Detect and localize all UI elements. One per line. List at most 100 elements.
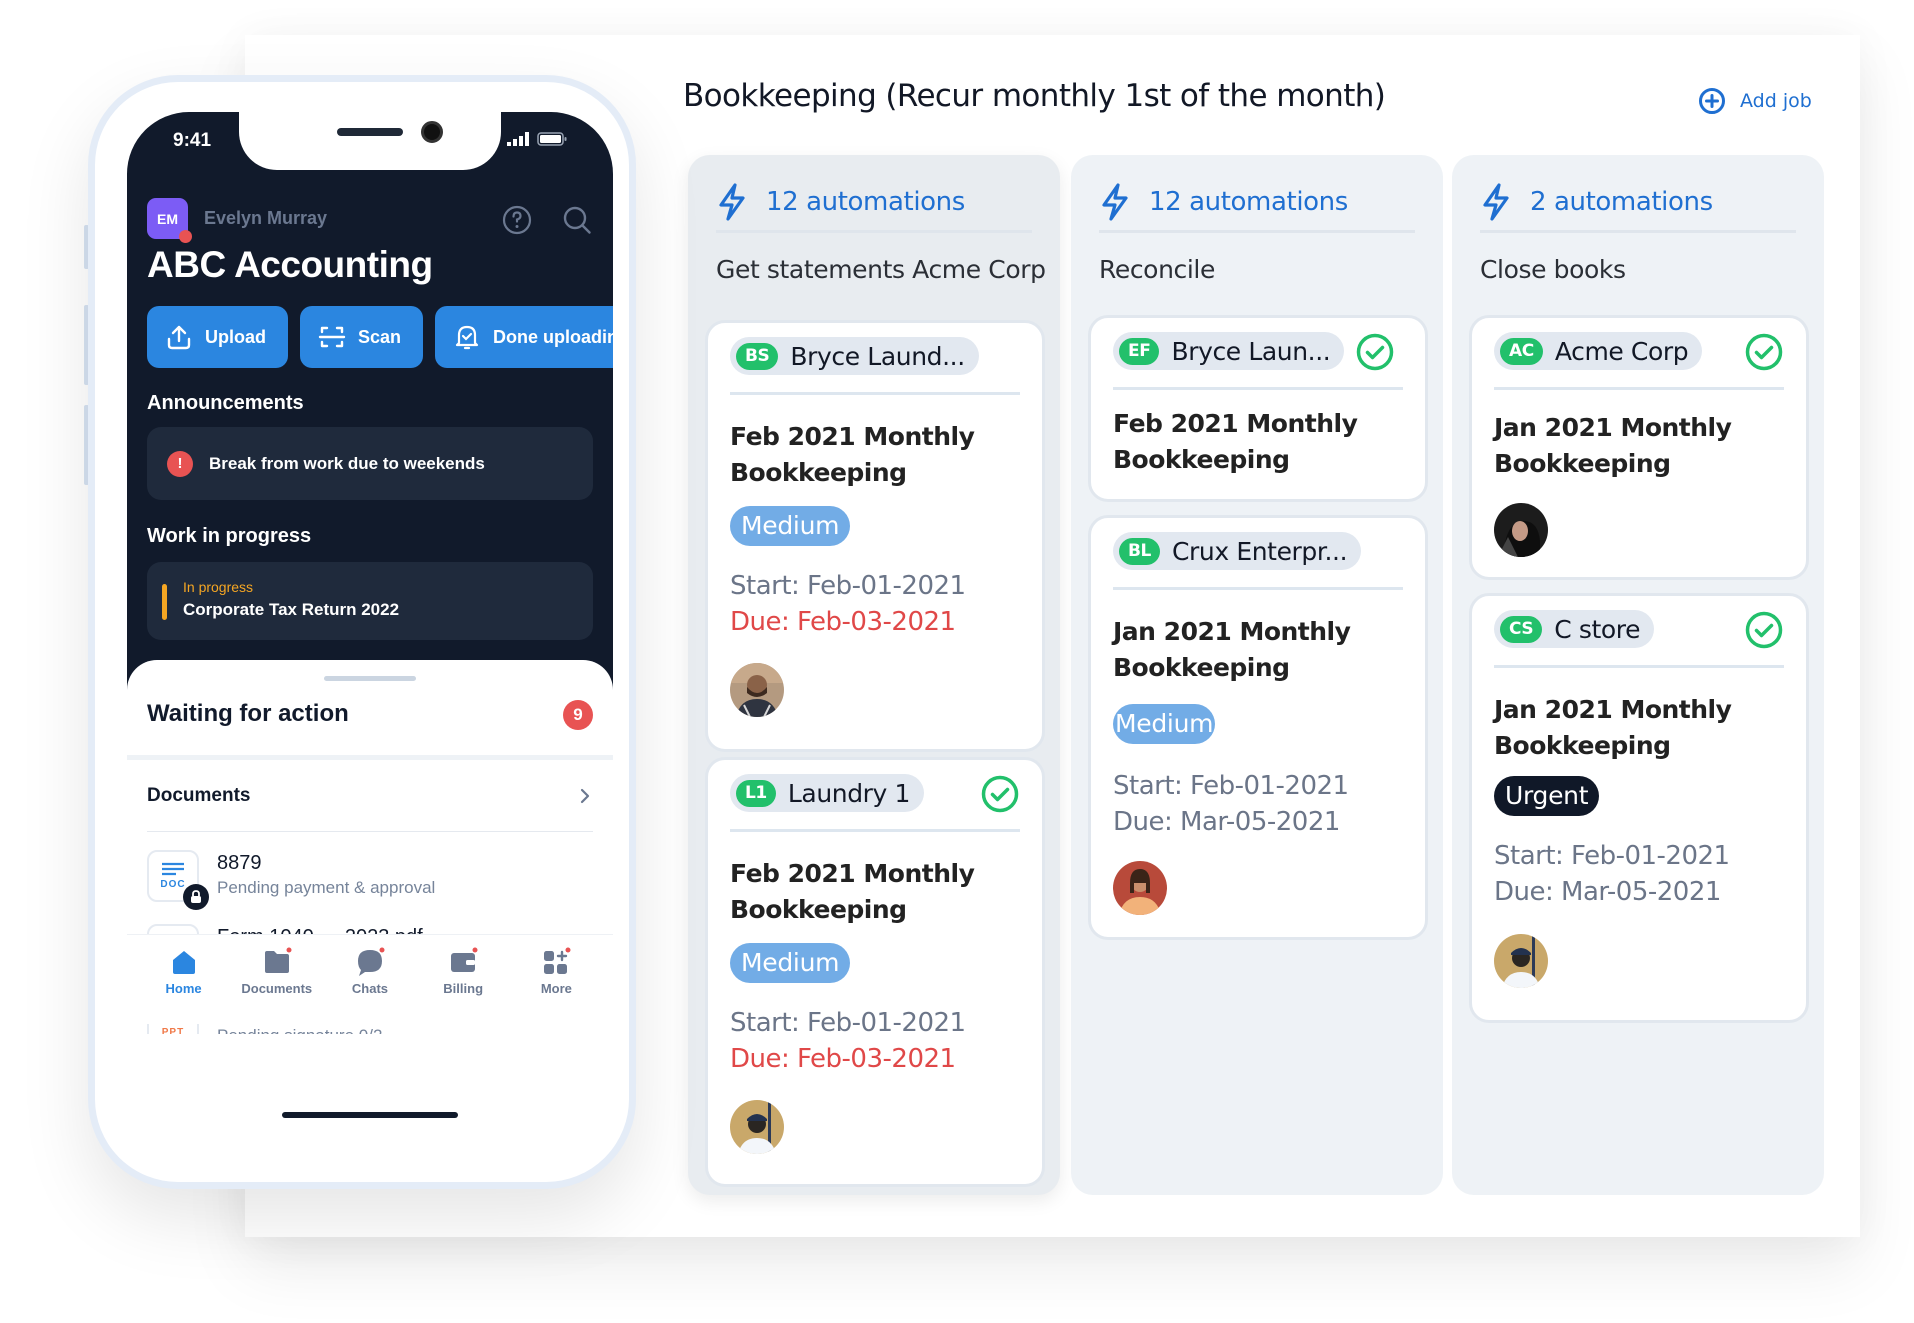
job-title: Jan 2021 Monthly Bookkeeping xyxy=(1494,695,1732,760)
dark-hair-woman-avatar[interactable] xyxy=(1494,503,1548,557)
file-type: DOC xyxy=(160,879,186,890)
waiting-heading: Waiting for action xyxy=(147,700,349,727)
client-chip[interactable]: L1 Laundry 1 xyxy=(730,774,925,812)
tab-home[interactable]: Home xyxy=(144,935,224,1024)
notification-dot xyxy=(179,230,192,243)
home-indicator xyxy=(282,1112,458,1118)
waiting-sheet: Waiting for action 9 Documents DOC 8879 … xyxy=(127,660,613,1162)
job-card[interactable]: EF Bryce Laun... Feb 2021 Monthly Bookke… xyxy=(1088,315,1428,502)
tab-documents[interactable]: Documents xyxy=(237,935,317,1024)
automations-link[interactable]: 12 automations xyxy=(1099,173,1415,233)
due-date: Due: Feb-03-2021 xyxy=(730,607,956,637)
tab-more[interactable]: More xyxy=(516,935,596,1024)
upload-icon xyxy=(167,325,191,350)
tab-label: More xyxy=(540,981,572,996)
document-status: Pending payment & approval xyxy=(217,878,436,897)
client-initials: EF xyxy=(1119,337,1160,365)
client-chip[interactable]: BL Crux Enterpr... xyxy=(1113,532,1362,570)
check-circle-icon[interactable] xyxy=(1355,332,1395,372)
job-card[interactable]: L1 Laundry 1 Feb 2021 Monthly Bookkeepin… xyxy=(705,757,1045,1187)
user-avatar: EM xyxy=(147,198,192,243)
camera-icon xyxy=(421,121,443,143)
client-initials: AC xyxy=(1500,337,1543,365)
start-date: Start: Feb-01-2021 xyxy=(1113,771,1349,801)
woman-avatar[interactable] xyxy=(1113,861,1167,915)
tab-chats[interactable]: Chats xyxy=(330,935,410,1024)
board-title: Bookkeeping (Recur monthly 1st of the mo… xyxy=(683,78,1386,114)
check-circle-icon[interactable] xyxy=(980,774,1020,814)
header-area: 9:41 EM Evelyn Murray ABC Accounting Upl… xyxy=(127,112,613,712)
user-name: Evelyn Murray xyxy=(204,208,328,228)
column-task-name: Get statements Acme Corp xyxy=(716,255,1046,284)
user-initials: EM xyxy=(157,210,178,227)
priority-badge: Urgent xyxy=(1494,776,1600,816)
tab-billing[interactable]: Billing xyxy=(423,935,503,1024)
column-task-name: Reconcile xyxy=(1099,255,1215,284)
scan-button[interactable]: Scan xyxy=(300,306,424,368)
job-title: Jan 2021 Monthly Bookkeeping xyxy=(1494,413,1732,478)
automations-link[interactable]: 12 automations xyxy=(716,173,1032,233)
job-title: Feb 2021 Monthly Bookkeeping xyxy=(1113,409,1358,474)
add-job-button[interactable]: Add job xyxy=(1698,87,1812,115)
client-chip[interactable]: CS C store xyxy=(1494,610,1655,648)
tab-label: Home xyxy=(165,981,202,996)
client-initials: BL xyxy=(1119,537,1160,565)
column-get-statements: 12 automations Get statements Acme Corp … xyxy=(688,155,1060,1195)
job-card[interactable]: BS Bryce Laund... Feb 2021 Monthly Bookk… xyxy=(705,320,1045,752)
bearded-man-avatar[interactable] xyxy=(730,663,784,717)
client-initials: L1 xyxy=(736,779,776,807)
announcement-text: Break from work due to weekends xyxy=(209,453,485,473)
client-name: Bryce Laun... xyxy=(1171,336,1331,366)
upload-button[interactable]: Upload xyxy=(147,306,288,368)
client-chip[interactable]: BS Bryce Laund... xyxy=(730,337,979,375)
done-uploading-label: Done uploading xyxy=(493,326,613,347)
due-date: Due: Mar-05-2021 xyxy=(1113,807,1340,837)
column-task-name: Close books xyxy=(1480,255,1626,284)
lightning-icon xyxy=(1483,182,1509,221)
check-circle-icon[interactable] xyxy=(1744,610,1784,650)
client-name: Laundry 1 xyxy=(787,778,911,808)
check-circle-icon[interactable] xyxy=(1744,332,1784,372)
search-icon[interactable] xyxy=(561,204,593,236)
client-initials: CS xyxy=(1500,615,1543,643)
tab-label: Billing xyxy=(443,981,484,996)
lightning-icon xyxy=(719,182,745,221)
automations-count: 12 automations xyxy=(766,186,965,217)
priority-badge: Medium xyxy=(1113,704,1216,744)
help-icon[interactable] xyxy=(501,204,533,236)
client-name: Acme Corp xyxy=(1554,336,1689,366)
done-uploading-button[interactable]: Done uploading xyxy=(435,306,613,368)
work-in-progress-card[interactable]: In progress Corporate Tax Return 2022 xyxy=(147,562,593,640)
automations-link[interactable]: 2 automations xyxy=(1480,173,1796,233)
documents-row[interactable]: Documents xyxy=(147,760,593,832)
start-date: Start: Feb-01-2021 xyxy=(730,1008,966,1038)
job-card[interactable]: CS C store Jan 2021 Monthly Bookkeeping … xyxy=(1469,593,1809,1023)
priority-badge: Medium xyxy=(730,506,851,546)
wip-status: In progress xyxy=(183,579,254,595)
priority-badge: Medium xyxy=(730,943,851,983)
sheet-handle[interactable] xyxy=(324,676,416,681)
bell-check-icon xyxy=(455,325,479,350)
tab-label: Chats xyxy=(351,981,389,996)
job-card[interactable]: BL Crux Enterpr... Jan 2021 Monthly Book… xyxy=(1088,515,1428,940)
progress-indicator xyxy=(162,584,167,620)
start-date: Start: Feb-01-2021 xyxy=(1494,841,1730,871)
scan-icon xyxy=(318,326,346,348)
alert-icon: ! xyxy=(167,450,193,477)
document-item[interactable]: DOC 8879 Pending payment & approval xyxy=(147,850,593,910)
user-profile[interactable]: EM Evelyn Murray xyxy=(147,198,328,243)
man-in-cap-avatar[interactable] xyxy=(730,1100,784,1154)
client-chip[interactable]: EF Bryce Laun... xyxy=(1113,332,1345,370)
announcement-card[interactable]: ! Break from work due to weekends xyxy=(147,427,593,500)
speaker-icon xyxy=(337,128,403,136)
job-card[interactable]: AC Acme Corp Jan 2021 Monthly Bookkeepin… xyxy=(1469,315,1809,580)
bottom-tab-bar: Home Documents Chats Billing More xyxy=(127,934,613,1024)
document-name: 8879 xyxy=(217,852,262,874)
client-chip[interactable]: AC Acme Corp xyxy=(1494,332,1703,370)
grid-plus-icon xyxy=(544,947,571,974)
wip-title: Corporate Tax Return 2022 xyxy=(183,600,400,619)
firm-name: ABC Accounting xyxy=(147,244,433,285)
job-title: Feb 2021 Monthly Bookkeeping xyxy=(730,859,975,924)
man-in-cap-avatar[interactable] xyxy=(1494,934,1548,988)
folder-icon xyxy=(264,947,292,973)
